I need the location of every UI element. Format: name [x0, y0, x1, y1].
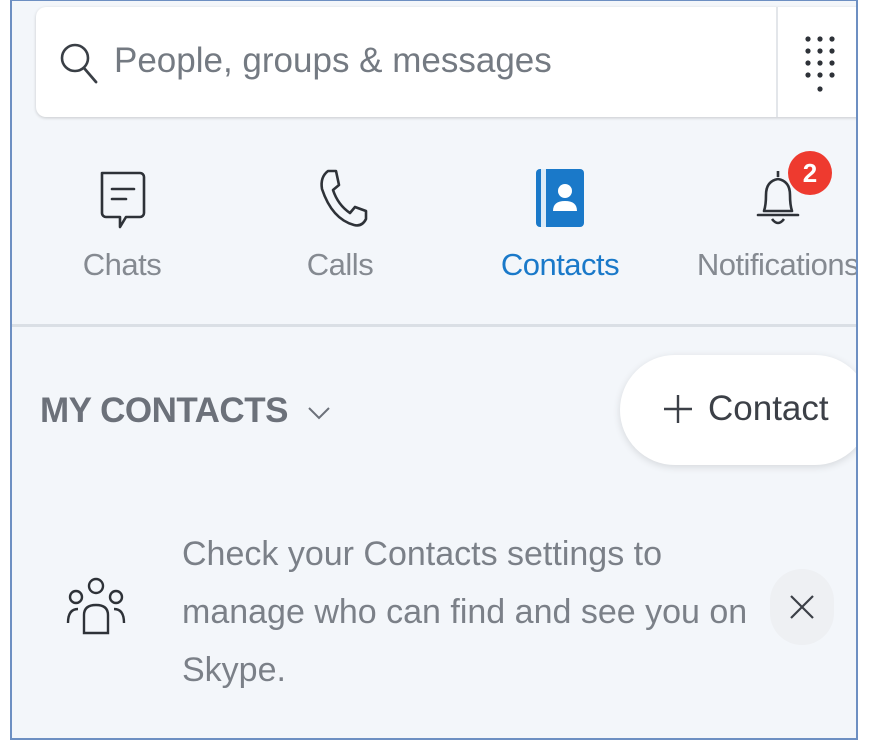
main-tabs: Chats Calls Contacts 2 Notifications: [12, 151, 858, 301]
contacts-panel: Chats Calls Contacts 2 Notifi: [10, 0, 858, 740]
add-contact-button[interactable]: Contact: [620, 355, 856, 465]
tabs-divider: [12, 324, 856, 327]
search-bar: [36, 7, 856, 117]
dialpad-button[interactable]: [780, 7, 856, 117]
contacts-book-icon: [536, 169, 584, 227]
contacts-settings-notice: Check your Contacts settings to manage w…: [182, 535, 748, 689]
tab-calls[interactable]: Calls: [240, 151, 440, 301]
my-contacts-dropdown[interactable]: MY CONTACTS: [40, 391, 331, 431]
tab-contacts[interactable]: Contacts: [460, 151, 660, 301]
section-title: MY CONTACTS: [40, 391, 288, 430]
tab-label-chats: Chats: [82, 247, 162, 282]
add-contact-label: Contact: [708, 389, 829, 428]
tab-notifications[interactable]: 2 Notifications: [678, 151, 858, 301]
search-icon: [60, 43, 98, 84]
tab-label-contacts: Contacts: [500, 247, 620, 282]
phone-icon: [320, 169, 368, 227]
chevron-down-icon: [308, 407, 330, 420]
tab-label-notifications: Notifications: [696, 247, 858, 282]
tab-label-calls: Calls: [306, 247, 374, 282]
plus-icon: [664, 395, 692, 423]
close-icon: [790, 595, 814, 619]
dismiss-notice-button[interactable]: [770, 569, 834, 645]
dialpad-icon: [805, 36, 835, 92]
notification-count-badge: 2: [788, 151, 832, 195]
search-divider: [776, 7, 778, 117]
people-group-icon: [66, 577, 126, 635]
search-input[interactable]: [114, 29, 754, 93]
chat-icon: [100, 171, 146, 229]
tab-chats[interactable]: Chats: [22, 151, 222, 301]
